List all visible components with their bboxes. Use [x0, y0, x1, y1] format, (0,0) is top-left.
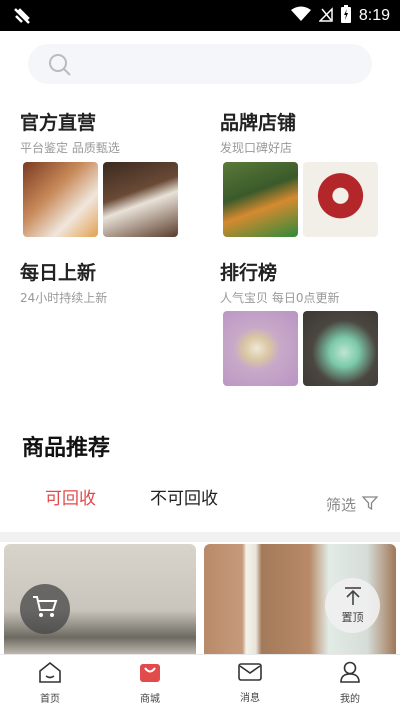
filter-button[interactable]: 筛选 — [325, 494, 379, 515]
tab-non-recyclable[interactable]: 不可回收 — [150, 484, 218, 509]
official-subtitle: 平台鉴定 品质甄选 — [20, 141, 120, 155]
nav-shop[interactable]: 商城 — [100, 655, 200, 711]
wifi-icon — [290, 6, 311, 26]
daily-section[interactable]: 每日上新 24小时持续上新 — [20, 258, 107, 306]
filter-label: 筛选 — [325, 496, 356, 514]
back-to-top-label: 置顶 — [341, 611, 364, 624]
back-to-top-button[interactable]: 置顶 — [325, 578, 380, 633]
official-title: 官方直营 — [20, 112, 97, 134]
tab-recyclable[interactable]: 可回收 — [45, 484, 96, 509]
status-time: 8:19 — [358, 7, 390, 24]
airplane-mode-icon — [12, 6, 32, 30]
bottom-navigation: 首页 商城 消息 我的 — [0, 654, 400, 711]
nav-shop-label: 商城 — [140, 694, 160, 705]
signal-icon — [318, 6, 333, 26]
message-icon — [238, 662, 262, 686]
nav-profile[interactable]: 我的 — [300, 655, 400, 711]
nav-home[interactable]: 首页 — [0, 655, 100, 711]
search-icon — [48, 53, 72, 81]
recommend-title: 商品推荐 — [22, 436, 111, 461]
cart-button[interactable] — [20, 584, 70, 634]
product-thumbnail[interactable] — [23, 162, 98, 237]
profile-icon — [339, 661, 361, 687]
search-bar[interactable] — [28, 44, 372, 84]
battery-icon — [340, 5, 351, 27]
product-thumbnail[interactable] — [223, 311, 298, 386]
nav-profile-label: 我的 — [340, 694, 360, 705]
ranking-title: 排行榜 — [220, 262, 278, 284]
ranking-subtitle: 人气宝贝 每日0点更新 — [220, 291, 340, 305]
cart-icon — [32, 595, 58, 623]
product-thumbnail[interactable] — [223, 162, 298, 237]
brand-title: 品牌店铺 — [220, 112, 297, 134]
nav-home-label: 首页 — [40, 694, 60, 705]
shop-bag-icon — [139, 661, 161, 687]
nav-messages[interactable]: 消息 — [200, 655, 300, 711]
arrow-up-icon — [343, 586, 363, 609]
filter-icon — [361, 495, 379, 514]
ranking-section[interactable]: 排行榜 人气宝贝 每日0点更新 — [220, 258, 339, 306]
daily-subtitle: 24小时持续上新 — [20, 291, 108, 305]
brand-subtitle: 发现口碑好店 — [220, 141, 293, 155]
brand-section[interactable]: 品牌店铺 发现口碑好店 — [220, 108, 296, 156]
section-divider — [0, 532, 400, 542]
nav-messages-label: 消息 — [240, 693, 260, 704]
home-icon — [38, 661, 62, 687]
product-thumbnail[interactable] — [103, 162, 178, 237]
product-thumbnail[interactable] — [303, 311, 378, 386]
daily-title: 每日上新 — [20, 262, 97, 284]
status-bar: 8:19 — [0, 0, 400, 31]
product-thumbnail[interactable] — [303, 162, 378, 237]
official-section[interactable]: 官方直营 平台鉴定 品质甄选 — [20, 108, 120, 156]
